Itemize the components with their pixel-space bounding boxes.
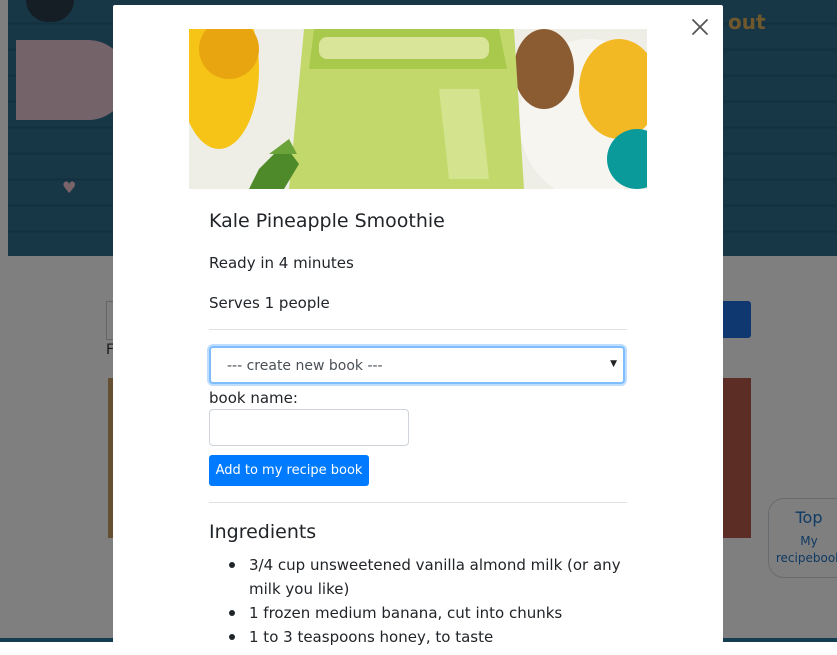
smoothie-image <box>189 29 647 189</box>
divider <box>209 502 627 503</box>
ready-time: Ready in 4 minutes <box>209 254 354 272</box>
bullet-icon <box>229 610 235 616</box>
bullet-icon <box>229 562 235 568</box>
book-select-value: --- create new book --- <box>227 358 383 374</box>
ingredients-list: 3/4 cup unsweetened vanilla almond milk … <box>209 553 627 649</box>
caret-down-icon: ▼ <box>610 359 617 369</box>
recipe-image <box>189 29 647 189</box>
book-select[interactable]: --- create new book --- ▼ <box>209 346 625 384</box>
recipe-modal: Kale Pineapple Smoothie Ready in 4 minut… <box>113 5 723 655</box>
ingredient-item: 1 frozen medium banana, cut into chunks <box>209 601 627 625</box>
ingredient-item: 3/4 cup unsweetened vanilla almond milk … <box>209 553 627 601</box>
close-button[interactable] <box>688 15 712 39</box>
book-name-input[interactable] <box>209 409 409 446</box>
servings: Serves 1 people <box>209 294 330 312</box>
divider <box>209 329 627 330</box>
ingredient-item: 1 to 3 teaspoons honey, to taste <box>209 625 627 649</box>
recipe-title: Kale Pineapple Smoothie <box>209 210 445 232</box>
book-name-label: book name: <box>209 389 298 407</box>
ingredients-heading: Ingredients <box>209 521 317 543</box>
add-to-recipe-book-button[interactable]: Add to my recipe book <box>209 455 369 486</box>
ingredient-text: 1 frozen medium banana, cut into chunks <box>249 604 563 622</box>
bullet-icon <box>229 634 235 640</box>
ingredient-text: 3/4 cup unsweetened vanilla almond milk … <box>249 556 621 598</box>
ingredient-text: 1 to 3 teaspoons honey, to taste <box>249 628 494 646</box>
close-icon <box>692 19 708 35</box>
